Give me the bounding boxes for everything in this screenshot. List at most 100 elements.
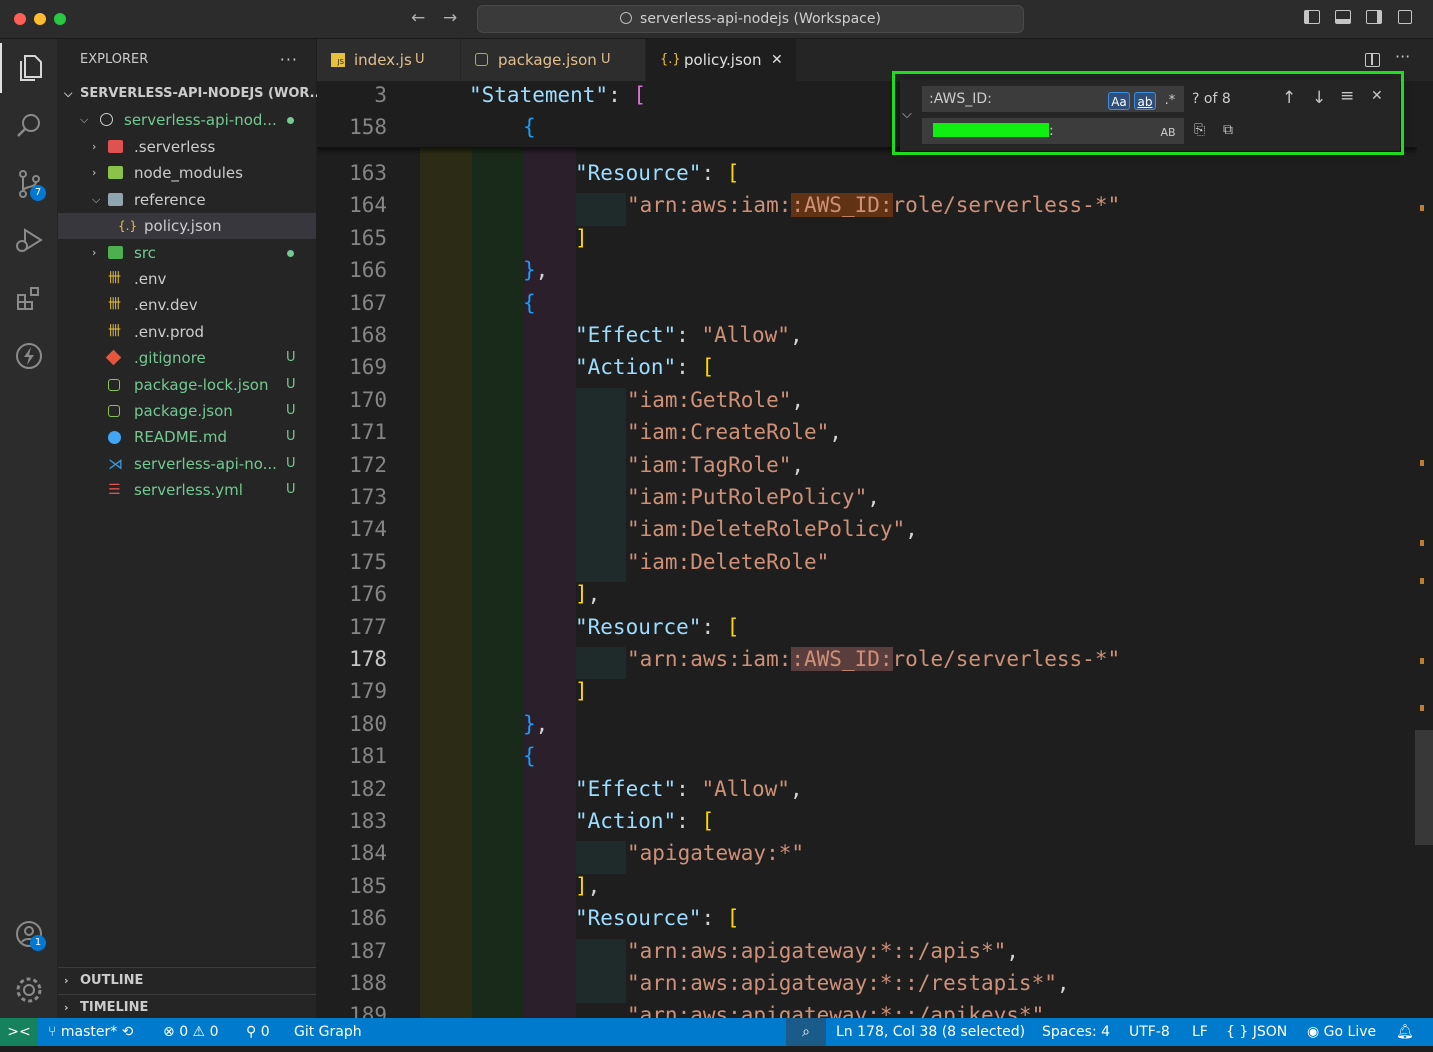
extensions-activity[interactable] — [0, 273, 57, 323]
split-editor-icon[interactable] — [1365, 53, 1380, 67]
tree-file[interactable]: ⋊ serverless-api-no... U — [58, 451, 316, 477]
tab-package-json[interactable]: package.json U — [461, 39, 646, 81]
json-braces-icon: {.} — [118, 219, 138, 234]
code-token: { — [523, 290, 536, 315]
toggle-sidebar-icon[interactable] — [1304, 10, 1320, 24]
tree-file[interactable]: package.json U — [58, 398, 316, 424]
tree-file[interactable]: {.} policy.json — [58, 213, 316, 240]
project-folder[interactable]: ⌵ serverless-api-nod... — [58, 107, 316, 133]
go-live-status[interactable]: ◉ Go Live — [1307, 1018, 1376, 1046]
editor-scrollbar[interactable] — [1415, 730, 1433, 845]
code-token: , — [905, 517, 918, 542]
code-token: [ — [726, 161, 740, 185]
error-count: 0 — [179, 1024, 189, 1040]
tree-file[interactable]: .gitignore U — [58, 345, 316, 371]
tree-file[interactable]: 卌 .env.dev — [58, 292, 316, 318]
code-token: , — [829, 420, 842, 445]
code-token: [ — [633, 83, 647, 107]
cursor-position-status[interactable]: Ln 178, Col 38 (8 selected) — [836, 1018, 1025, 1046]
code-token: "Action" — [575, 355, 677, 380]
tree-file[interactable]: ☰ serverless.yml U — [58, 477, 316, 503]
code-token: role/serverless-*" — [892, 647, 1121, 671]
code-token: "iam:GetRole" — [627, 387, 792, 412]
timeline-section[interactable]: › TIMELINE — [58, 994, 316, 1021]
code-token: , — [587, 873, 601, 898]
tree-file[interactable]: package-lock.json U — [58, 372, 316, 398]
yaml-icon: ☰ — [108, 482, 121, 499]
command-center[interactable]: serverless-api-nodejs (Workspace) — [477, 5, 1024, 33]
code-token: [ — [701, 355, 715, 380]
branch-status[interactable]: ⑂ master* ⟲ — [48, 1018, 133, 1046]
tab-status: U — [601, 52, 611, 67]
accounts-activity[interactable]: 1 — [0, 909, 57, 959]
workspace-root[interactable]: ⌵ SERVERLESS-API-NODEJS (WOR... — [58, 81, 324, 107]
notifications-bell-icon[interactable]: 🔔︎ — [1396, 1018, 1414, 1046]
code-line: "arn:aws:apigateway:*::/restapis*", — [627, 971, 1070, 995]
forward-arrow-icon[interactable]: → — [443, 8, 457, 28]
tree-folder[interactable]: › src — [58, 240, 316, 266]
code-editor[interactable]: 163 "Resource": [164 "arn:aws:iam::AWS_ID:… — [317, 81, 1417, 1018]
line-number: 166 — [349, 258, 387, 283]
indentation-status[interactable]: Spaces: 4 — [1042, 1018, 1110, 1046]
thunder-client-activity[interactable] — [0, 331, 57, 381]
search-activity[interactable] — [0, 101, 57, 151]
folder-red-icon — [108, 140, 123, 153]
close-window-button[interactable] — [14, 13, 26, 25]
code-token: , — [791, 387, 805, 412]
more-actions-icon[interactable]: ··· — [280, 39, 298, 81]
explorer-header: EXPLORER ··· — [58, 39, 316, 81]
zoom-icon[interactable]: ⌕ — [786, 1018, 826, 1046]
source-control-badge: 7 — [30, 185, 46, 201]
toggle-panel-icon[interactable] — [1335, 10, 1351, 24]
explorer-activity[interactable] — [0, 43, 57, 93]
tree-item-label: package.json — [134, 402, 233, 420]
source-control-activity[interactable]: 7 — [0, 159, 57, 209]
eol-status[interactable]: LF — [1192, 1018, 1208, 1046]
line-number: 172 — [349, 452, 387, 477]
code-token: , — [791, 452, 805, 477]
more-actions-icon[interactable]: ··· — [1395, 47, 1410, 66]
code-token: : — [701, 906, 727, 931]
modified-dot — [287, 117, 294, 124]
run-debug-activity[interactable] — [0, 215, 57, 265]
line-number: 158 — [349, 115, 387, 139]
tree-folder[interactable]: › .serverless — [58, 134, 316, 160]
tree-file[interactable]: README.md U — [58, 424, 316, 450]
tab-policy-json[interactable]: {.} policy.json ✕ — [646, 39, 797, 81]
minimize-window-button[interactable] — [34, 13, 46, 25]
code-token: , — [587, 582, 601, 607]
line-number: 178 — [349, 647, 387, 671]
code-line: "Resource": [ — [575, 906, 739, 930]
tree-folder[interactable]: › node_modules — [58, 160, 316, 186]
git-status-badge: U — [286, 455, 296, 471]
tree-file[interactable]: 卌 .env — [58, 266, 316, 292]
toggle-secondary-sidebar-icon[interactable] — [1366, 10, 1382, 24]
code-token: "iam:DeleteRolePolicy" — [627, 517, 906, 542]
sticky-code-line: "Statement": [ — [469, 83, 646, 107]
outline-label: OUTLINE — [80, 973, 144, 988]
tree-item-label: src — [134, 243, 156, 262]
tree-file[interactable]: 卌 .env.prod — [58, 319, 316, 345]
problems-status[interactable]: ⊗ 0 ⚠ 0 — [163, 1018, 218, 1046]
tree-item-label: .serverless — [134, 138, 216, 156]
tree-item-label: .env — [134, 270, 167, 288]
code-token: , — [1006, 938, 1019, 963]
code-token: : — [608, 83, 634, 107]
language-status[interactable]: { } JSON — [1226, 1018, 1287, 1046]
git-graph-status[interactable]: Git Graph — [294, 1018, 362, 1046]
outline-section[interactable]: › OUTLINE — [58, 967, 316, 994]
customize-layout-icon[interactable] — [1398, 10, 1412, 24]
manage-activity[interactable] — [0, 965, 57, 1015]
back-arrow-icon[interactable]: ← — [411, 8, 425, 28]
git-branch-icon: ⑂ — [48, 1024, 61, 1040]
remote-indicator[interactable]: >< — [0, 1018, 38, 1046]
line-number: 182 — [349, 776, 387, 801]
warning-icon: ⚠ — [188, 1024, 210, 1040]
tab-index-js[interactable]: JS index.js U — [317, 39, 461, 81]
zoom-window-button[interactable] — [54, 13, 66, 25]
ports-status[interactable]: ⚲ 0 — [246, 1018, 270, 1046]
tree-folder[interactable]: ⌵ reference — [58, 187, 316, 213]
code-token: "iam:PutRolePolicy" — [627, 485, 868, 509]
encoding-status[interactable]: UTF-8 — [1129, 1018, 1170, 1046]
close-tab-icon[interactable]: ✕ — [771, 39, 783, 81]
